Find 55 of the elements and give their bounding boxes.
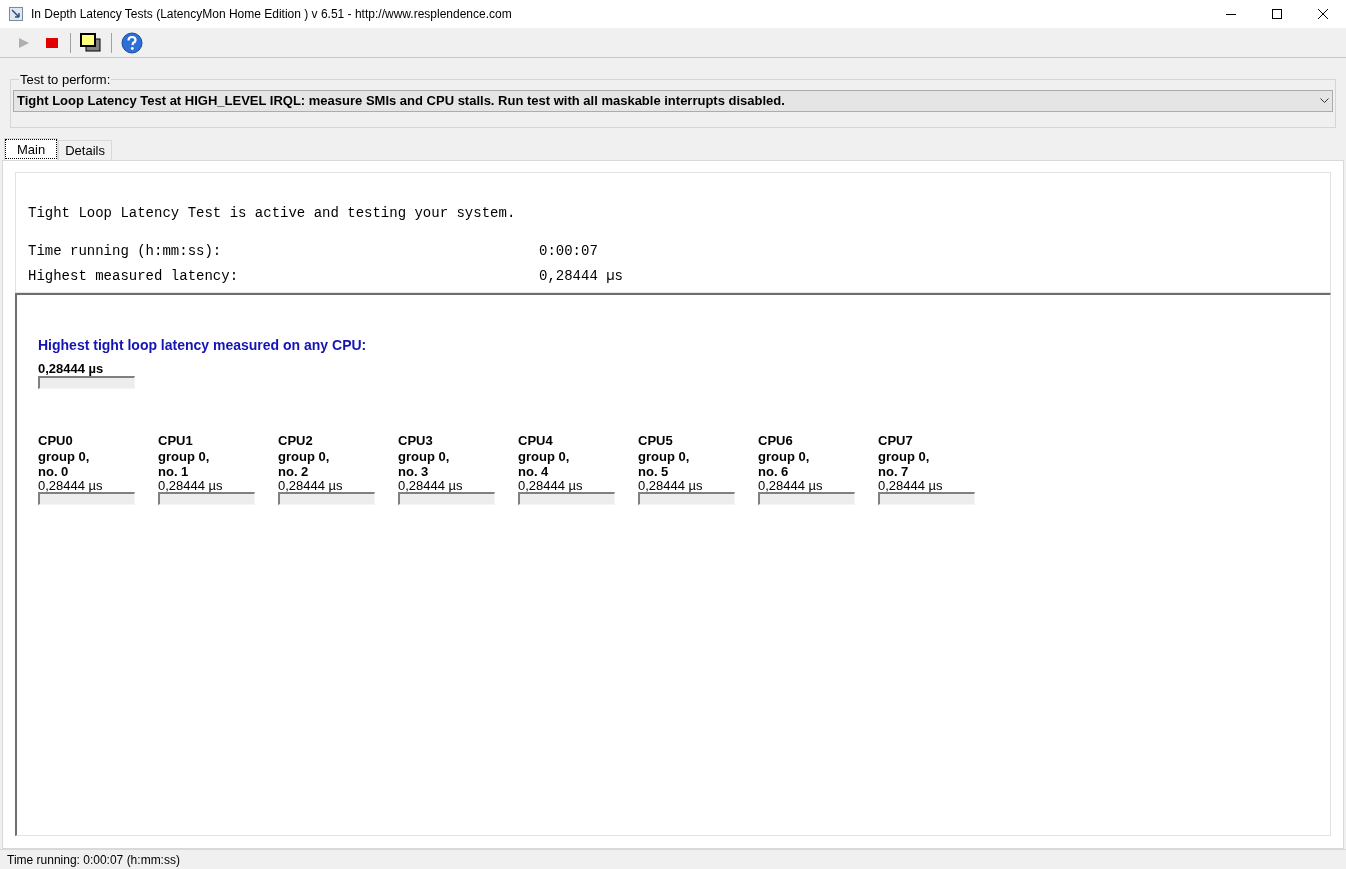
cpu-latency-value: 0,28444 µs bbox=[878, 479, 944, 492]
cpu-group: group 0, bbox=[518, 449, 638, 465]
tab[interactable]: Details bbox=[58, 140, 112, 160]
cpu-group: group 0, bbox=[38, 449, 158, 465]
cpu-number: no. 2 bbox=[278, 465, 310, 479]
status-value: 0,28444 µs bbox=[539, 267, 623, 286]
stop-icon bbox=[46, 37, 58, 48]
cpu-name: CPU4 bbox=[518, 433, 554, 449]
help-button[interactable] bbox=[118, 30, 146, 55]
cpu-group: group 0, bbox=[278, 449, 398, 465]
cpu-latency-value: 0,28444 µs bbox=[398, 479, 464, 492]
cpu-group: group 0, bbox=[398, 449, 518, 465]
overlapping-windows-icon bbox=[80, 32, 102, 53]
close-icon bbox=[1318, 9, 1328, 19]
cpu-number: no. 5 bbox=[638, 465, 670, 479]
cpu-group: group 0, bbox=[878, 449, 998, 465]
cpu-group: group 0, bbox=[638, 449, 758, 465]
cpu-number: no. 3 bbox=[398, 465, 430, 479]
overall-title: Highest tight loop latency measured on any CPU: bbox=[38, 336, 368, 355]
app-icon bbox=[9, 7, 23, 21]
status-label: Time running (h:mm:ss): bbox=[28, 242, 223, 261]
cpu-number: no. 0 bbox=[38, 465, 70, 479]
cpu-name: CPU0 bbox=[38, 433, 74, 449]
status-message: Tight Loop Latency Test is active and testing your system. bbox=[28, 204, 517, 223]
cpu-name: CPU5 bbox=[638, 433, 674, 449]
play-icon bbox=[18, 36, 30, 49]
cpu-number: no. 1 bbox=[158, 465, 190, 479]
help-icon bbox=[121, 31, 143, 54]
cpu-latency-value: 0,28444 µs bbox=[158, 479, 224, 492]
cpu-name: CPU7 bbox=[878, 433, 914, 449]
test-dropdown[interactable]: Tight Loop Latency Test at HIGH_LEVEL IRQL: measure SMIs and CPU stalls. Run test with all maskable interrupts disabled. bbox=[13, 89, 1333, 112]
status-label: Highest measured latency: bbox=[28, 267, 240, 286]
cpu-latency-value: 0,28444 µs bbox=[638, 479, 704, 492]
tab[interactable]: Main bbox=[4, 138, 59, 160]
cpu-number: no. 6 bbox=[758, 465, 790, 479]
cpu-group: group 0, bbox=[158, 449, 278, 465]
status-value: 0:00:07 bbox=[539, 242, 598, 261]
maximize-icon bbox=[1272, 9, 1282, 19]
overall-value: 0,28444 µs bbox=[38, 362, 105, 376]
cpu-name: CPU6 bbox=[758, 433, 794, 449]
cpu-number: no. 4 bbox=[518, 465, 550, 479]
cpu-latency-value: 0,28444 µs bbox=[758, 479, 824, 492]
cpu-name: CPU1 bbox=[158, 433, 194, 449]
cpu-latency-value: 0,28444 µs bbox=[518, 479, 584, 492]
cpu-group: group 0, bbox=[758, 449, 878, 465]
cpu-latency-value: 0,28444 µs bbox=[38, 479, 104, 492]
cpu-number: no. 7 bbox=[878, 465, 910, 479]
cpu-name: CPU3 bbox=[398, 433, 434, 449]
cpu-name: CPU2 bbox=[278, 433, 314, 449]
group-label: Test to perform: bbox=[19, 71, 112, 89]
chevron-down-icon bbox=[1320, 97, 1329, 104]
window-title: In Depth Latency Tests (LatencyMon Home Edition ) v 6.51 - http://www.resplendence.com bbox=[31, 6, 512, 23]
cpu-latency-value: 0,28444 µs bbox=[278, 479, 344, 492]
status-bar-text: Time running: 0:00:07 (h:mm:ss) bbox=[7, 851, 180, 869]
minimize-icon bbox=[1226, 13, 1236, 15]
